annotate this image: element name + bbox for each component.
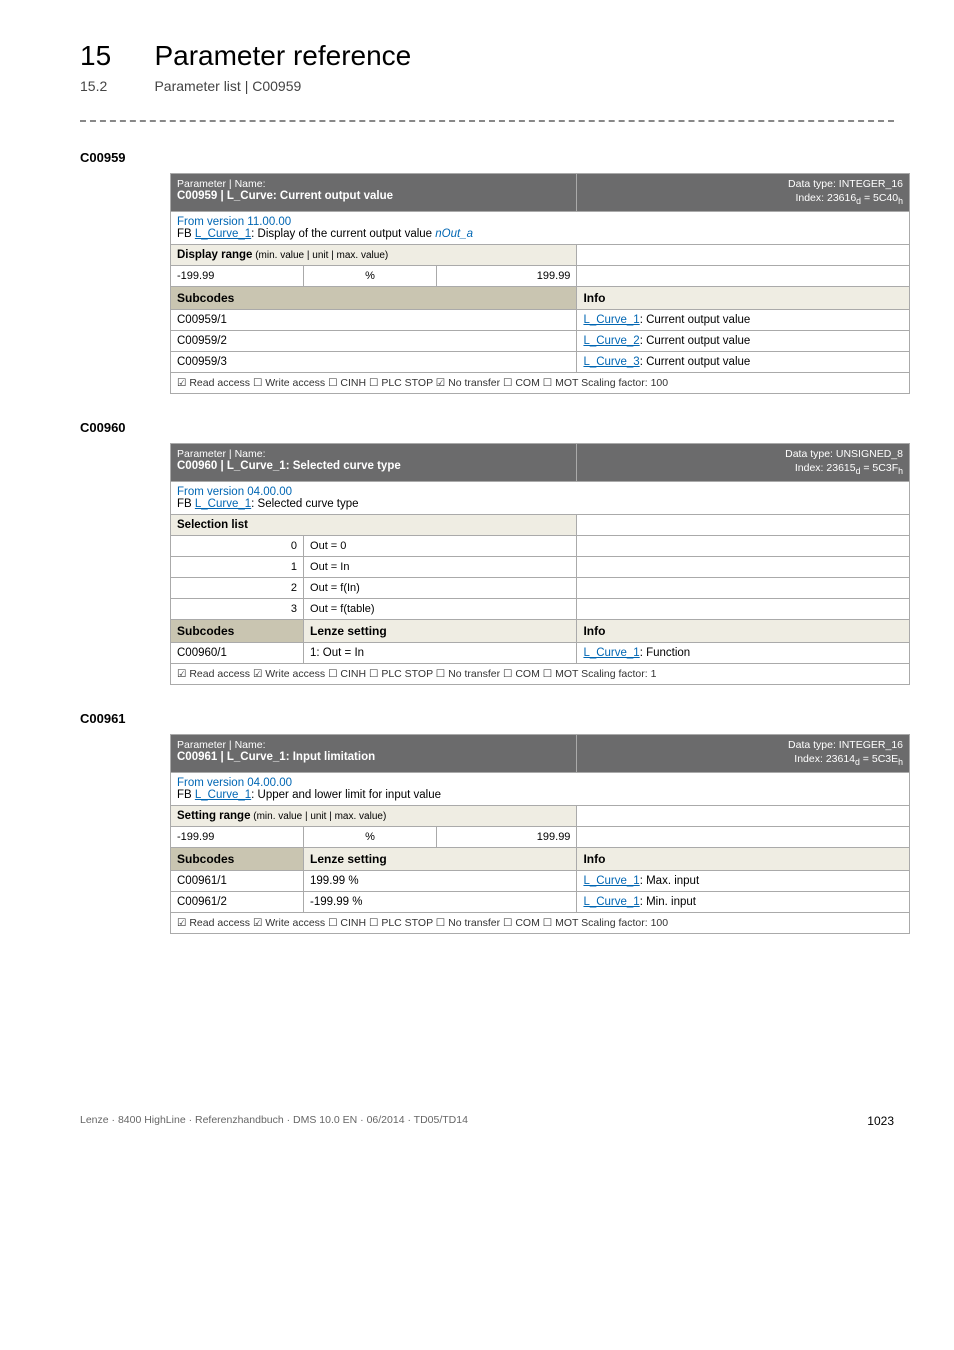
row-link[interactable]: L_Curve_1 xyxy=(583,647,639,659)
range-min: -199.99 xyxy=(171,266,304,287)
selection-list-label: Selection list xyxy=(171,515,577,536)
dtype-line1: Data type: UNSIGNED_8 xyxy=(785,448,903,460)
anchor-c00959: C00959 xyxy=(80,150,894,165)
param-name-label: Parameter | Name: xyxy=(177,739,266,751)
section-title: Parameter list | C00959 xyxy=(154,78,301,94)
subcodes-label: Subcodes xyxy=(171,287,577,310)
desc-fb-pre: FB xyxy=(177,228,195,240)
divider xyxy=(80,120,894,122)
row-setting: 1: Out = In xyxy=(304,643,577,664)
table-row: C00960/1 xyxy=(171,643,304,664)
dtype-h: h xyxy=(898,466,903,476)
table-row: C00959/3 xyxy=(171,352,577,373)
table-c00961: Parameter | Name: C00961 | L_Curve_1: In… xyxy=(170,734,910,934)
dtype-h: h xyxy=(898,757,903,767)
desc-link[interactable]: L_Curve_1 xyxy=(195,228,251,240)
table-row: C00961/1 xyxy=(171,871,304,892)
desc-version: From version 11.00.00 xyxy=(177,216,291,228)
footer-access: ☑ Read access ☑ Write access ☐ CINH ☐ PL… xyxy=(171,664,910,685)
range-label: Setting range xyxy=(177,810,250,822)
anchor-c00961: C00961 xyxy=(80,711,894,726)
dtype-line1: Data type: INTEGER_16 xyxy=(788,178,903,190)
desc-fb-pre: FB xyxy=(177,498,195,510)
desc-version: From version 04.00.00 xyxy=(177,486,292,498)
dtype-line2: Index: 23614 xyxy=(794,753,855,765)
chapter-number: 15 xyxy=(80,40,150,72)
sel-n: 3 xyxy=(171,599,304,620)
sel-n: 2 xyxy=(171,578,304,599)
row-link[interactable]: L_Curve_1 xyxy=(583,314,639,326)
dtype-line1: Data type: INTEGER_16 xyxy=(788,739,903,751)
dtype-eq: = 5C40 xyxy=(861,192,898,204)
sel-v: Out = In xyxy=(304,557,577,578)
lenze-label: Lenze setting xyxy=(304,620,577,643)
dtype-eq: = 5C3F xyxy=(860,462,898,474)
lenze-label: Lenze setting xyxy=(304,848,577,871)
range-unit: % xyxy=(304,827,437,848)
sel-v: Out = f(In) xyxy=(304,578,577,599)
sel-n: 1 xyxy=(171,557,304,578)
table-row: C00959/2 xyxy=(171,331,577,352)
param-title: C00960 | L_Curve_1: Selected curve type xyxy=(177,460,401,472)
dtype-line2: Index: 23615 xyxy=(795,462,856,474)
row-setting: 199.99 % xyxy=(304,871,577,892)
dtype-eq: = 5C3E xyxy=(860,753,898,765)
sel-v: Out = f(table) xyxy=(304,599,577,620)
subcodes-label: Subcodes xyxy=(171,848,304,871)
row-link[interactable]: L_Curve_1 xyxy=(583,875,639,887)
desc-link[interactable]: L_Curve_1 xyxy=(195,498,251,510)
range-sub: (min. value | unit | max. value) xyxy=(252,250,388,261)
footer-access: ☑ Read access ☐ Write access ☐ CINH ☐ PL… xyxy=(171,373,910,394)
row-link[interactable]: L_Curve_2 xyxy=(583,335,639,347)
info-label: Info xyxy=(577,287,910,310)
dtype-line2: Index: 23616 xyxy=(795,192,856,204)
range-max: 199.99 xyxy=(437,827,577,848)
row-setting: -199.99 % xyxy=(304,892,577,913)
section-number: 15.2 xyxy=(80,78,150,94)
desc-post: : Display of the current output value xyxy=(251,228,435,240)
dtype-h: h xyxy=(898,196,903,206)
footer-access: ☑ Read access ☑ Write access ☐ CINH ☐ PL… xyxy=(171,913,910,934)
desc-fb-pre: FB xyxy=(177,789,195,801)
param-name-label: Parameter | Name: xyxy=(177,178,266,190)
range-sub: (min. value | unit | max. value) xyxy=(250,811,386,822)
info-label: Info xyxy=(577,620,910,643)
row-link[interactable]: L_Curve_3 xyxy=(583,356,639,368)
row-link[interactable]: L_Curve_1 xyxy=(583,896,639,908)
desc-post: : Upper and lower limit for input value xyxy=(251,789,441,801)
footer-left: Lenze · 8400 HighLine · Referenzhandbuch… xyxy=(80,1114,468,1128)
table-row: C00959/1 xyxy=(171,310,577,331)
row-text: : Min. input xyxy=(640,896,696,908)
page-number: 1023 xyxy=(867,1114,894,1128)
chapter-title: Parameter reference xyxy=(154,40,411,72)
row-text: : Function xyxy=(640,647,691,659)
anchor-c00960: C00960 xyxy=(80,420,894,435)
desc-link[interactable]: L_Curve_1 xyxy=(195,789,251,801)
table-row: C00961/2 xyxy=(171,892,304,913)
param-name-label: Parameter | Name: xyxy=(177,448,266,460)
range-min: -199.99 xyxy=(171,827,304,848)
desc-italic: nOut_a xyxy=(435,228,473,240)
row-text: : Max. input xyxy=(640,875,699,887)
desc-post: : Selected curve type xyxy=(251,498,358,510)
param-title: C00961 | L_Curve_1: Input limitation xyxy=(177,751,375,763)
table-c00959: Parameter | Name: C00959 | L_Curve: Curr… xyxy=(170,173,910,394)
table-c00960: Parameter | Name: C00960 | L_Curve_1: Se… xyxy=(170,443,910,685)
range-max: 199.99 xyxy=(437,266,577,287)
param-title: C00959 | L_Curve: Current output value xyxy=(177,190,393,202)
range-label: Display range xyxy=(177,249,252,261)
sel-v: Out = 0 xyxy=(304,536,577,557)
row-text: : Current output value xyxy=(640,356,751,368)
row-text: : Current output value xyxy=(640,335,751,347)
desc-version: From version 04.00.00 xyxy=(177,777,292,789)
row-text: : Current output value xyxy=(640,314,751,326)
info-label: Info xyxy=(577,848,910,871)
sel-n: 0 xyxy=(171,536,304,557)
subcodes-label: Subcodes xyxy=(171,620,304,643)
range-unit: % xyxy=(304,266,437,287)
